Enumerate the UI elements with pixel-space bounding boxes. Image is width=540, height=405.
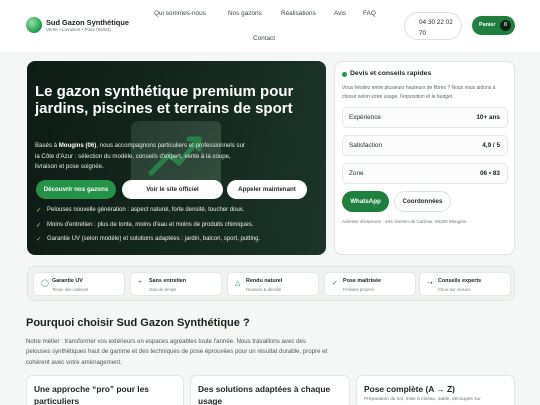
check-icon: ✓ [36, 236, 42, 243]
why-section-text: Notre métier : transformer vos extérieur… [26, 338, 328, 366]
feature-rendu-naturel: △ Rendu naturel Nuances & densité [227, 272, 319, 296]
check-icon: ✓ [36, 207, 42, 214]
check-icon: ✓ [36, 221, 42, 229]
triangle-icon: △ [235, 280, 241, 287]
why-card-pro-approach: Une approche “pro” pour les particuliers [26, 375, 184, 405]
cart-count-badge: 0 [500, 20, 511, 31]
nav-link-faq[interactable]: FAQ [363, 10, 376, 17]
feature-sans-entretien: + Sans entretien Gain de temps [130, 272, 222, 296]
stat-satisfaction: Satisfaction 4,9 / 5 [342, 135, 508, 156]
why-card-pose-complete: Pose complète (A → Z) Préparation du sol… [356, 375, 515, 405]
phone-number-line1: 04 30 22 02 [419, 19, 453, 26]
hero-banner: Le gazon synthétique premium pour jardin… [27, 61, 326, 255]
discover-gazons-button[interactable]: Découvrir nos gazons [36, 180, 116, 199]
quote-description: Vous hésitez entre plusieurs hauteurs de… [342, 85, 496, 100]
benefit-item: ✓ Garantie UV (selon modèle) et solutions… [36, 236, 261, 243]
hero-benefits-list: ✓ Pelouses nouvelle génération : aspect n… [36, 207, 260, 251]
hero-location: Mougins (06) [58, 142, 97, 149]
shield-icon: ◯ [41, 280, 49, 287]
cart-label: Panier [479, 22, 496, 28]
quote-title: Devis et conseils rapides [350, 70, 432, 77]
nav-link-realisations[interactable]: Réalisations [281, 10, 316, 17]
call-now-button[interactable]: Appeler maintenant [227, 180, 307, 199]
phone-number-line2: 70 [419, 30, 427, 37]
hero-description: Basés à Mougins (06), nous accompagnons … [35, 142, 245, 170]
showroom-address: Adresse showroom : 444 chemin de Carimai… [342, 219, 468, 224]
brand-tagline: Vente • Livraison • Pose (06/83) [46, 27, 111, 32]
cart-button[interactable]: Panier 0 [472, 16, 515, 35]
stat-zone: Zone 06 • 83 [342, 163, 508, 184]
nav-link-nos-gazons[interactable]: Nos gazons [228, 10, 262, 17]
benefit-item: ✓ Pelouses nouvelle génération : aspect n… [36, 207, 245, 214]
features-strip: ◯ Garantie UV Tenue des couleurs + Sans … [27, 266, 515, 301]
feature-pose-maitrisee: ✓ Pose maîtrisée Finitions propres [324, 272, 416, 296]
hero-title: Le gazon synthétique premium pour jardin… [35, 83, 294, 117]
coordinates-button[interactable]: Coordonnées [394, 191, 451, 212]
brand-name[interactable]: Sud Gazon Synthétique [46, 18, 129, 27]
why-section-title: Pourquoi choisir Sud Gazon Synthétique ? [26, 317, 250, 329]
site-header: Sud Gazon Synthétique Vente • Livraison … [0, 0, 540, 52]
nav-link-qui-sommes-nous[interactable]: Qui sommes-nous [154, 10, 206, 17]
nav-link-avis[interactable]: Avis [334, 10, 346, 17]
stat-experience: Expérience 10+ ans [342, 107, 508, 128]
official-site-button[interactable]: Voir le site officiel [122, 180, 223, 199]
benefit-item: ✓ Moins d'entretien : plus de tonte, moin… [36, 221, 254, 229]
why-card-solutions: Des solutions adaptées à chaque usage [190, 375, 350, 405]
whatsapp-button[interactable]: WhatsApp [342, 191, 389, 212]
feature-garantie-uv: ◯ Garantie UV Tenue des couleurs [33, 272, 125, 296]
status-dot-icon [342, 72, 347, 77]
phone-button[interactable]: 04 30 22 02 70 [404, 12, 462, 40]
quote-panel: Devis et conseils rapides Vous hésitez e… [334, 61, 515, 255]
nav-link-contact[interactable]: Contact [253, 35, 275, 42]
feature-conseils-experts: ➝ Conseils experts Choix sur mesure [419, 272, 511, 296]
check-icon: ✓ [332, 280, 338, 287]
logo-icon[interactable] [26, 17, 42, 33]
arrow-icon: ➝ [427, 280, 433, 287]
plus-icon: + [138, 279, 143, 286]
